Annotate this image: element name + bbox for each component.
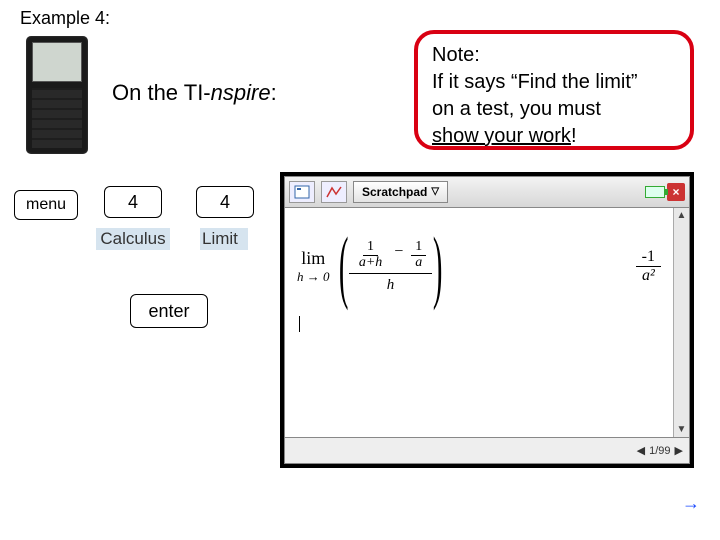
input-line[interactable] <box>297 314 661 334</box>
graph-icon[interactable] <box>321 181 347 203</box>
note-line-2a: If it says “Find the limit” <box>432 69 676 96</box>
ti-body: lim h → 0 ( 1 a+h − 1 a <box>284 208 690 438</box>
outer-denominator: h <box>387 274 395 294</box>
dropdown-icon: ▽ <box>431 182 439 202</box>
calculator-photo-keys <box>32 88 82 148</box>
key-4-second[interactable]: 4 <box>196 186 254 218</box>
cursor-icon <box>299 316 300 332</box>
minus-sign: − <box>394 243 403 271</box>
scratchpad-tab[interactable]: Scratchpad ▽ <box>353 181 448 203</box>
frac-2-den: a <box>411 256 426 271</box>
limit-argument: 1 a+h − 1 a h <box>349 238 432 293</box>
page-indicator: 1/99 <box>649 445 670 457</box>
subtitle-it: nspire <box>211 80 271 105</box>
example-heading: Example 4: <box>20 8 110 29</box>
result-num: -1 <box>636 248 661 267</box>
window-controls: × <box>645 183 685 201</box>
frac-1-num: 1 <box>363 240 378 256</box>
status-prev-icon[interactable]: ◀ <box>637 444 645 457</box>
note-bang: ! <box>571 125 577 147</box>
battery-icon <box>645 186 665 198</box>
result-fraction: -1 a² <box>636 248 661 285</box>
expression-row: lim h → 0 ( 1 a+h − 1 a <box>297 218 661 314</box>
lim-word: lim <box>297 248 330 269</box>
frac-1-den: a+h <box>355 256 386 271</box>
doc-icon[interactable] <box>289 181 315 203</box>
close-button[interactable]: × <box>667 183 685 201</box>
note-line-3: show your work! <box>432 123 676 150</box>
caption-limit: Limit <box>200 228 248 250</box>
calculator-photo-screen <box>32 42 82 82</box>
subtitle: On the TI-nspire: <box>112 80 277 106</box>
scrollbar[interactable]: ▲ ▼ <box>673 208 689 437</box>
limit-operator: lim h → 0 <box>297 248 330 285</box>
subtitle-pre: On the TI- <box>112 80 211 105</box>
result-den: a² <box>636 267 661 285</box>
key-4-first[interactable]: 4 <box>104 186 162 218</box>
math-area[interactable]: lim h → 0 ( 1 a+h − 1 a <box>285 208 673 437</box>
enter-key[interactable]: enter <box>130 294 208 328</box>
menu-key[interactable]: menu <box>14 190 78 220</box>
frac-2-num: 1 <box>411 240 426 256</box>
ti-toolbar: Scratchpad ▽ × <box>284 176 690 208</box>
status-next-icon[interactable]: ▶ <box>675 444 683 457</box>
calculator-photo <box>26 36 88 154</box>
note-line-1: Note: <box>432 42 676 69</box>
frac-2: 1 a <box>411 240 426 270</box>
caption-calculus: Calculus <box>96 228 170 250</box>
ti-window: Scratchpad ▽ × lim h → 0 ( 1 a+h <box>280 172 694 468</box>
scratchpad-label: Scratchpad <box>362 182 427 202</box>
scroll-up-icon[interactable]: ▲ <box>677 210 687 221</box>
note-underlined: show your work <box>432 125 571 147</box>
note-callout: Note: If it says “Find the limit” on a t… <box>414 30 694 150</box>
lim-sub: h → 0 <box>297 269 330 285</box>
frac-1: 1 a+h <box>355 240 386 270</box>
ti-statusbar: ◀ 1/99 ▶ <box>284 438 690 464</box>
paren-right-icon: ) <box>433 226 443 306</box>
note-line-2b: on a test, you must <box>432 96 676 123</box>
subtitle-post: : <box>271 80 277 105</box>
next-arrow-icon[interactable]: → <box>682 493 700 514</box>
scroll-down-icon[interactable]: ▼ <box>677 424 687 435</box>
paren-left-icon: ( <box>338 226 348 306</box>
outer-numerator: 1 a+h − 1 a <box>349 238 432 273</box>
